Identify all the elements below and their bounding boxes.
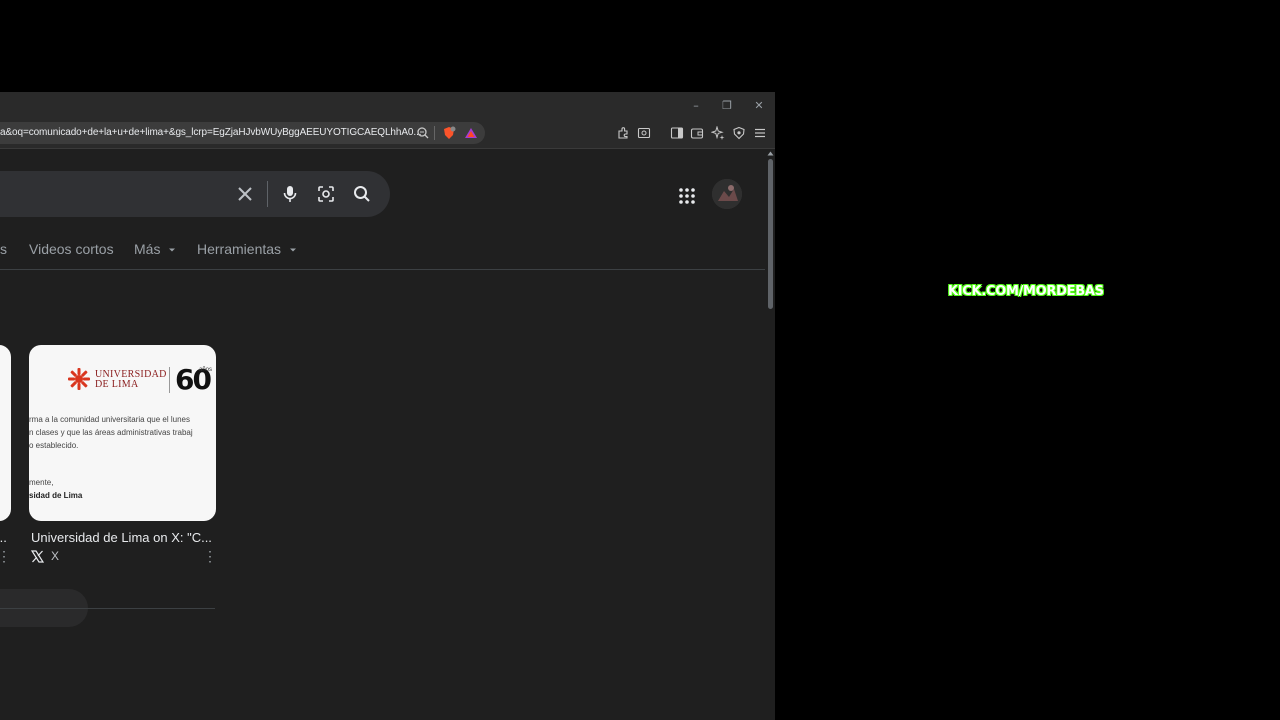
menu-icon[interactable] xyxy=(753,126,767,140)
microphone-icon[interactable] xyxy=(280,184,300,204)
image-text-line2: n clases y que las áreas administrativas… xyxy=(29,428,193,437)
google-apps-icon[interactable] xyxy=(678,187,696,205)
tab-herramientas[interactable]: Herramientas xyxy=(197,241,297,257)
result-image[interactable]: UNIVERSIDAD DE LIMA 60 años rma a la com… xyxy=(29,345,216,521)
tabs-divider xyxy=(0,269,765,270)
anniversary-sub: años xyxy=(199,367,213,373)
chevron-down-icon xyxy=(169,248,176,252)
url-text[interactable]: a&oq=comunicado+de+la+u+de+lima+&gs_lcrp… xyxy=(0,127,422,138)
searchbox-divider xyxy=(267,181,268,207)
image-text-line3: o establecido. xyxy=(29,441,79,450)
search-box[interactable] xyxy=(0,171,390,217)
restore-button[interactable]: ❐ xyxy=(719,98,735,114)
result-source[interactable]: X xyxy=(51,549,59,563)
scrollbar-thumb[interactable] xyxy=(768,159,773,309)
screenshot-search-icon[interactable] xyxy=(637,126,651,140)
x-logo-icon xyxy=(31,550,44,563)
minimize-button[interactable]: – xyxy=(688,98,704,114)
leo-ai-icon[interactable] xyxy=(711,126,725,140)
address-divider xyxy=(434,126,435,140)
search-tabs: s Videos cortos Más Herramientas xyxy=(0,241,765,269)
wallet-icon[interactable] xyxy=(690,126,704,140)
scrollbar[interactable] xyxy=(765,149,775,720)
scroll-up-icon[interactable] xyxy=(767,151,774,156)
brave-shields-icon[interactable] xyxy=(441,125,457,141)
brave-rewards-icon[interactable] xyxy=(463,125,479,141)
search-icon[interactable] xyxy=(352,184,372,204)
tab-truncated[interactable]: s xyxy=(0,241,7,257)
tab-herramientas-label: Herramientas xyxy=(197,241,282,257)
kick-channel-overlay: KICK.COM/MORDEBAS xyxy=(948,284,1104,299)
account-avatar[interactable] xyxy=(712,179,742,209)
image-text-line1: rma a la comunidad universitaria que el … xyxy=(29,415,190,424)
tab-videos-cortos[interactable]: Videos cortos xyxy=(29,241,114,257)
result-more-icon[interactable]: ⋮ xyxy=(203,548,217,565)
previous-result-more-icon[interactable]: ⋮ xyxy=(0,548,11,565)
clear-search-icon[interactable] xyxy=(235,184,255,204)
image-text-line5: sidad de Lima xyxy=(29,491,83,500)
previous-result-title[interactable]: ... xyxy=(0,530,7,545)
avatar-image xyxy=(712,179,742,209)
image-text-line4: mente, xyxy=(29,478,54,487)
extensions-icon[interactable] xyxy=(616,126,630,140)
vpn-shield-icon[interactable] xyxy=(732,126,746,140)
university-name-line2: DE LIMA xyxy=(95,379,139,390)
chevron-down-icon xyxy=(289,248,296,252)
sidebar-icon[interactable] xyxy=(670,126,684,140)
browser-toolbar: a&oq=comunicado+de+la+u+de+lima+&gs_lcrp… xyxy=(0,120,775,149)
lens-camera-icon[interactable] xyxy=(316,184,336,204)
section-divider xyxy=(0,608,215,609)
universidad-de-lima-logo-icon xyxy=(68,368,90,390)
zoom-icon[interactable] xyxy=(415,125,431,141)
title-bar: – ❐ ✕ xyxy=(0,92,775,120)
browser-window: – ❐ ✕ a&oq=comunicado+de+la+u+de+lima+&g… xyxy=(0,92,775,720)
result-title[interactable]: Universidad de Lima on X: "C... xyxy=(31,530,212,545)
previous-result-image[interactable] xyxy=(0,345,11,521)
tab-mas-label: Más xyxy=(134,241,161,257)
page-content: s Videos cortos Más Herramientas ... ⋮ xyxy=(0,149,765,720)
close-window-button[interactable]: ✕ xyxy=(751,98,767,114)
address-bar[interactable]: a&oq=comunicado+de+la+u+de+lima+&gs_lcrp… xyxy=(0,122,485,144)
tab-mas[interactable]: Más xyxy=(134,241,176,257)
logo-divider xyxy=(169,367,170,393)
